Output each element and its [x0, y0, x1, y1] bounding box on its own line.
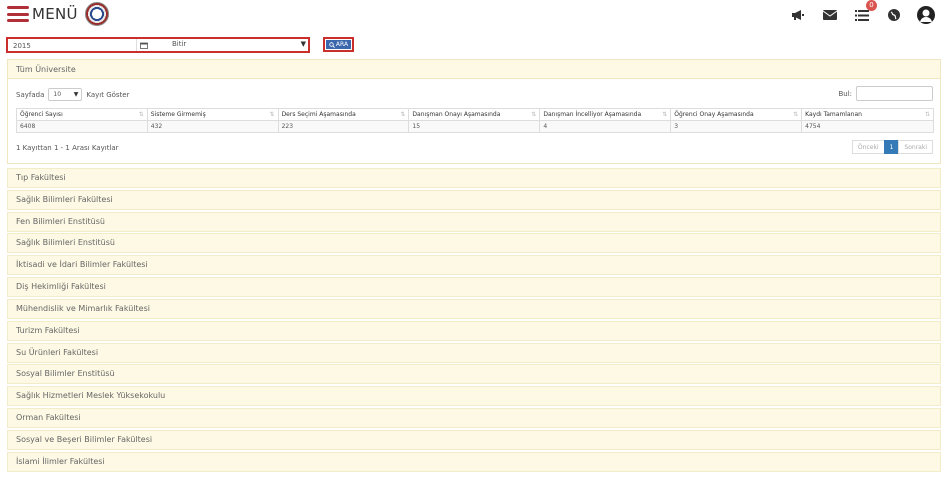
- faculty-panel-header[interactable]: Diş Hekimliği Fakültesi: [7, 277, 941, 298]
- faculty-panel-header[interactable]: İslami İlimler Fakültesi: [7, 451, 941, 472]
- faculty-panel-header[interactable]: Tıp Fakültesi: [7, 168, 941, 188]
- page-length-control: Sayfada 10 ▼ Kayıt Göster: [16, 88, 129, 101]
- sort-icon: ⇅: [793, 111, 799, 118]
- status-select[interactable]: Bitir ▼: [166, 39, 308, 51]
- filter-group: Bitir ▼: [6, 37, 310, 53]
- calendar-icon: [139, 42, 148, 49]
- faculty-panel-header[interactable]: Fen Bilimleri Enstitüsü: [7, 211, 941, 232]
- table-cell: 6408: [16, 120, 148, 133]
- faculty-panel-header[interactable]: Sosyal Bilimler Enstitüsü: [7, 364, 941, 385]
- column-header[interactable]: Ders Seçimi Aşamasında ⇅: [277, 108, 410, 121]
- table-cell: 432: [146, 120, 279, 133]
- faculty-panel-header[interactable]: Turizm Fakültesi: [7, 320, 941, 341]
- top-bar: MENÜ 0: [0, 0, 945, 30]
- header-icons: 0: [777, 0, 937, 25]
- column-header[interactable]: Öğrenci Onay Aşamasında ⇅: [670, 108, 803, 121]
- table-search: Bul:: [838, 86, 933, 101]
- table-cell: 4754: [801, 120, 934, 133]
- pagination-previous[interactable]: Önceki: [851, 140, 885, 154]
- faculty-panel-header[interactable]: Sağlık Bilimleri Enstitüsü: [7, 233, 941, 254]
- find-label: Bul:: [838, 89, 852, 98]
- caret-down-icon: ▼: [300, 40, 306, 48]
- faculty-panel-header[interactable]: İktisadi ve İdari Bilimler Fakültesi: [7, 255, 941, 276]
- column-header[interactable]: Danışman İncelliyor Aşamasında ⇅: [539, 108, 672, 121]
- faculty-panel-header[interactable]: Sosyal ve Beşeri Bilimler Fakültesi: [7, 429, 941, 450]
- table-cell: 4: [539, 120, 672, 133]
- table-cell: 3: [670, 120, 803, 133]
- table-row: 6408 432 223 15 4 3 4754: [16, 120, 934, 133]
- caret-down-icon: ▼: [73, 91, 79, 98]
- summary-panel: Tüm Üniversite Sayfada 10 ▼ Kayıt Göster…: [7, 59, 941, 164]
- sort-icon: ⇅: [269, 111, 275, 118]
- sort-icon: ⇅: [662, 111, 668, 118]
- sort-icon: ⇅: [400, 111, 406, 118]
- menu-button[interactable]: MENÜ: [7, 5, 78, 23]
- user-icon[interactable]: [915, 5, 937, 25]
- search-button[interactable]: ARA: [323, 37, 354, 52]
- faculty-panel-header[interactable]: Sağlık Bilimleri Fakültesi: [7, 189, 941, 210]
- search-icon: [329, 41, 335, 48]
- length-prefix: Sayfada: [16, 90, 45, 99]
- status-select-value: Bitir: [172, 40, 187, 48]
- pagination-page[interactable]: 1: [883, 140, 900, 154]
- notification-badge: 0: [866, 0, 877, 11]
- table-info: 1 Kayıttan 1 - 1 Arası Kayıtlar: [16, 144, 119, 152]
- pagination: Önceki 1 Sonraki: [851, 140, 933, 154]
- year-input[interactable]: [10, 40, 136, 51]
- page-length-select[interactable]: 10 ▼: [48, 88, 83, 101]
- faculty-panel-header[interactable]: Sağlık Hizmetleri Meslek Yüksekokulu: [7, 386, 941, 407]
- length-suffix: Kayıt Göster: [86, 90, 130, 99]
- column-header[interactable]: Sisteme Girmemiş ⇅: [146, 108, 279, 121]
- table-cell: 15: [408, 120, 541, 133]
- faculty-panel-header[interactable]: Su Ürünleri Fakültesi: [7, 342, 941, 363]
- list-icon[interactable]: 0: [851, 0, 877, 25]
- table-cell: 223: [277, 120, 410, 133]
- faculty-panel-header[interactable]: Orman Fakültesi: [7, 408, 941, 429]
- column-header[interactable]: Kaydı Tamamlanan ⇅: [801, 108, 934, 121]
- university-logo[interactable]: [85, 2, 109, 26]
- summary-table: Öğrenci Sayısı ⇅ Sisteme Girmemiş ⇅ Ders S…: [16, 108, 934, 133]
- mail-icon[interactable]: [819, 5, 841, 25]
- sort-icon: ⇅: [138, 111, 144, 118]
- menu-label: MENÜ: [32, 5, 78, 23]
- sort-icon: ⇅: [924, 111, 930, 118]
- column-header[interactable]: Öğrenci Sayısı ⇅: [16, 108, 148, 121]
- sort-icon: ⇅: [531, 111, 537, 118]
- search-button-label: ARA: [335, 41, 349, 48]
- table-header-row: Öğrenci Sayısı ⇅ Sisteme Girmemiş ⇅ Ders S…: [16, 108, 934, 121]
- panel-title: Tüm Üniversite: [8, 60, 940, 79]
- faculty-panel-header[interactable]: Mühendislik ve Mimarlık Fakültesi: [7, 298, 941, 319]
- column-header[interactable]: Danışman Onayı Aşamasında ⇅: [408, 108, 541, 121]
- page-length-value: 10: [53, 91, 62, 98]
- globe-icon[interactable]: [883, 5, 905, 25]
- faculty-list: Tıp Fakültesi Sağlık Bilimleri Fakültesi…: [7, 168, 941, 474]
- hamburger-icon: [7, 6, 29, 22]
- table-search-input[interactable]: [856, 86, 933, 101]
- calendar-button[interactable]: [136, 39, 150, 51]
- megaphone-icon[interactable]: [787, 5, 809, 25]
- pagination-next[interactable]: Sonraki: [898, 140, 933, 154]
